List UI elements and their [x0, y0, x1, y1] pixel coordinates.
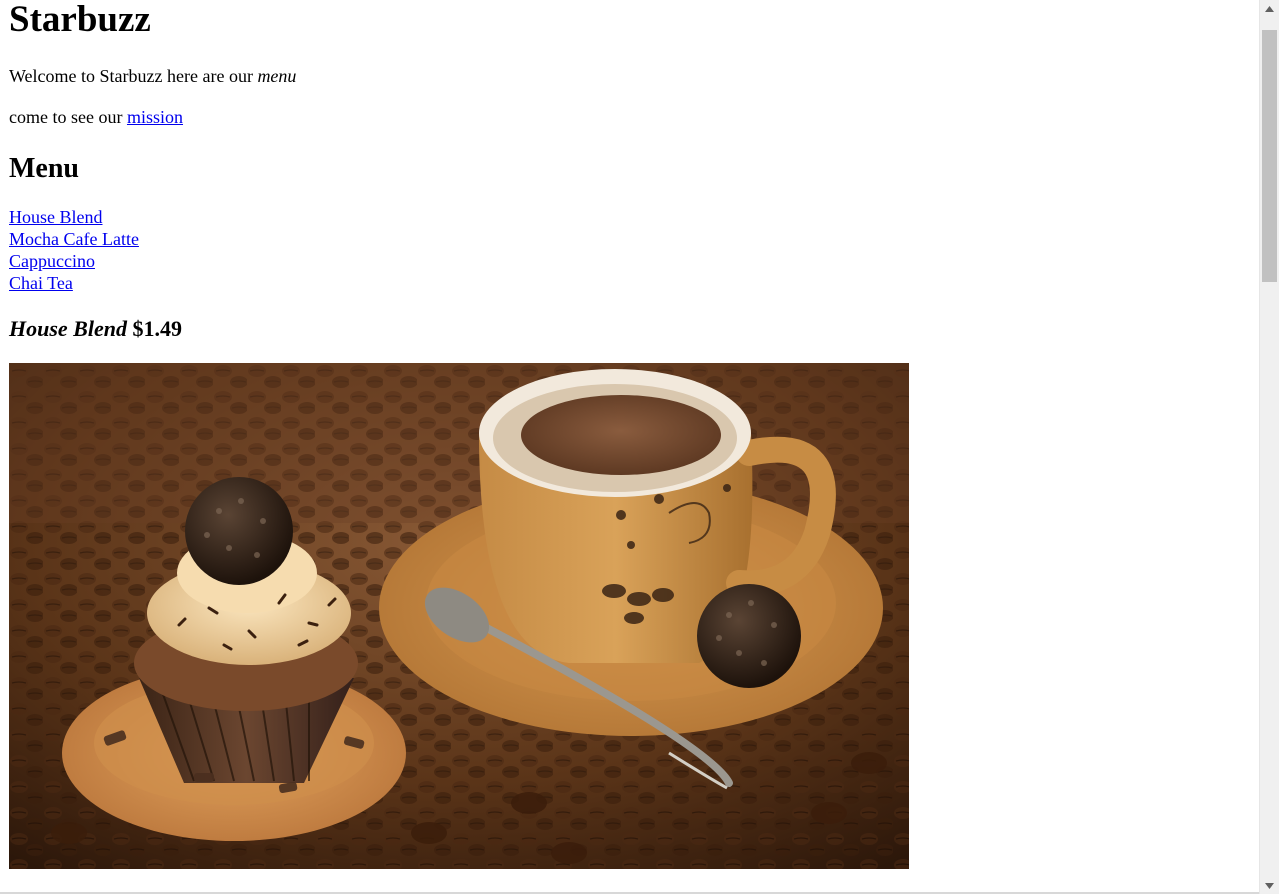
featured-item-heading: House Blend $1.49 — [9, 316, 1250, 342]
scroll-down-arrow-icon[interactable] — [1260, 877, 1279, 894]
menu-link-chai-tea[interactable]: Chai Tea — [9, 272, 73, 294]
menu-link-cappuccino[interactable]: Cappuccino — [9, 250, 95, 272]
welcome-emphasis: menu — [257, 66, 297, 86]
featured-item-name: House Blend — [9, 316, 127, 341]
scrollbar-thumb[interactable] — [1262, 30, 1277, 282]
coffee-cupcake-photo — [9, 363, 909, 869]
mission-text: come to see our — [9, 107, 127, 127]
menu-link-house-blend[interactable]: House Blend — [9, 206, 103, 228]
mission-paragraph: come to see our mission — [9, 106, 1250, 128]
menu-list: House Blend Mocha Cafe Latte Cappuccino … — [9, 206, 1250, 294]
welcome-text: Welcome to Starbuzz here are our — [9, 66, 258, 86]
menu-link-mocha-cafe-latte[interactable]: Mocha Cafe Latte — [9, 228, 139, 250]
content: Starbuzz Welcome to Starbuzz here are ou… — [0, 0, 1259, 869]
welcome-paragraph: Welcome to Starbuzz here are our menu — [9, 65, 1250, 87]
menu-heading: Menu — [9, 153, 79, 184]
mission-link[interactable]: mission — [127, 107, 183, 127]
page: Starbuzz Welcome to Starbuzz here are ou… — [0, 0, 1259, 894]
featured-item-price: $1.49 — [132, 316, 182, 341]
vertical-scrollbar[interactable] — [1259, 0, 1279, 894]
scroll-up-arrow-icon[interactable] — [1260, 0, 1279, 17]
page-title: Starbuzz — [9, 0, 151, 40]
